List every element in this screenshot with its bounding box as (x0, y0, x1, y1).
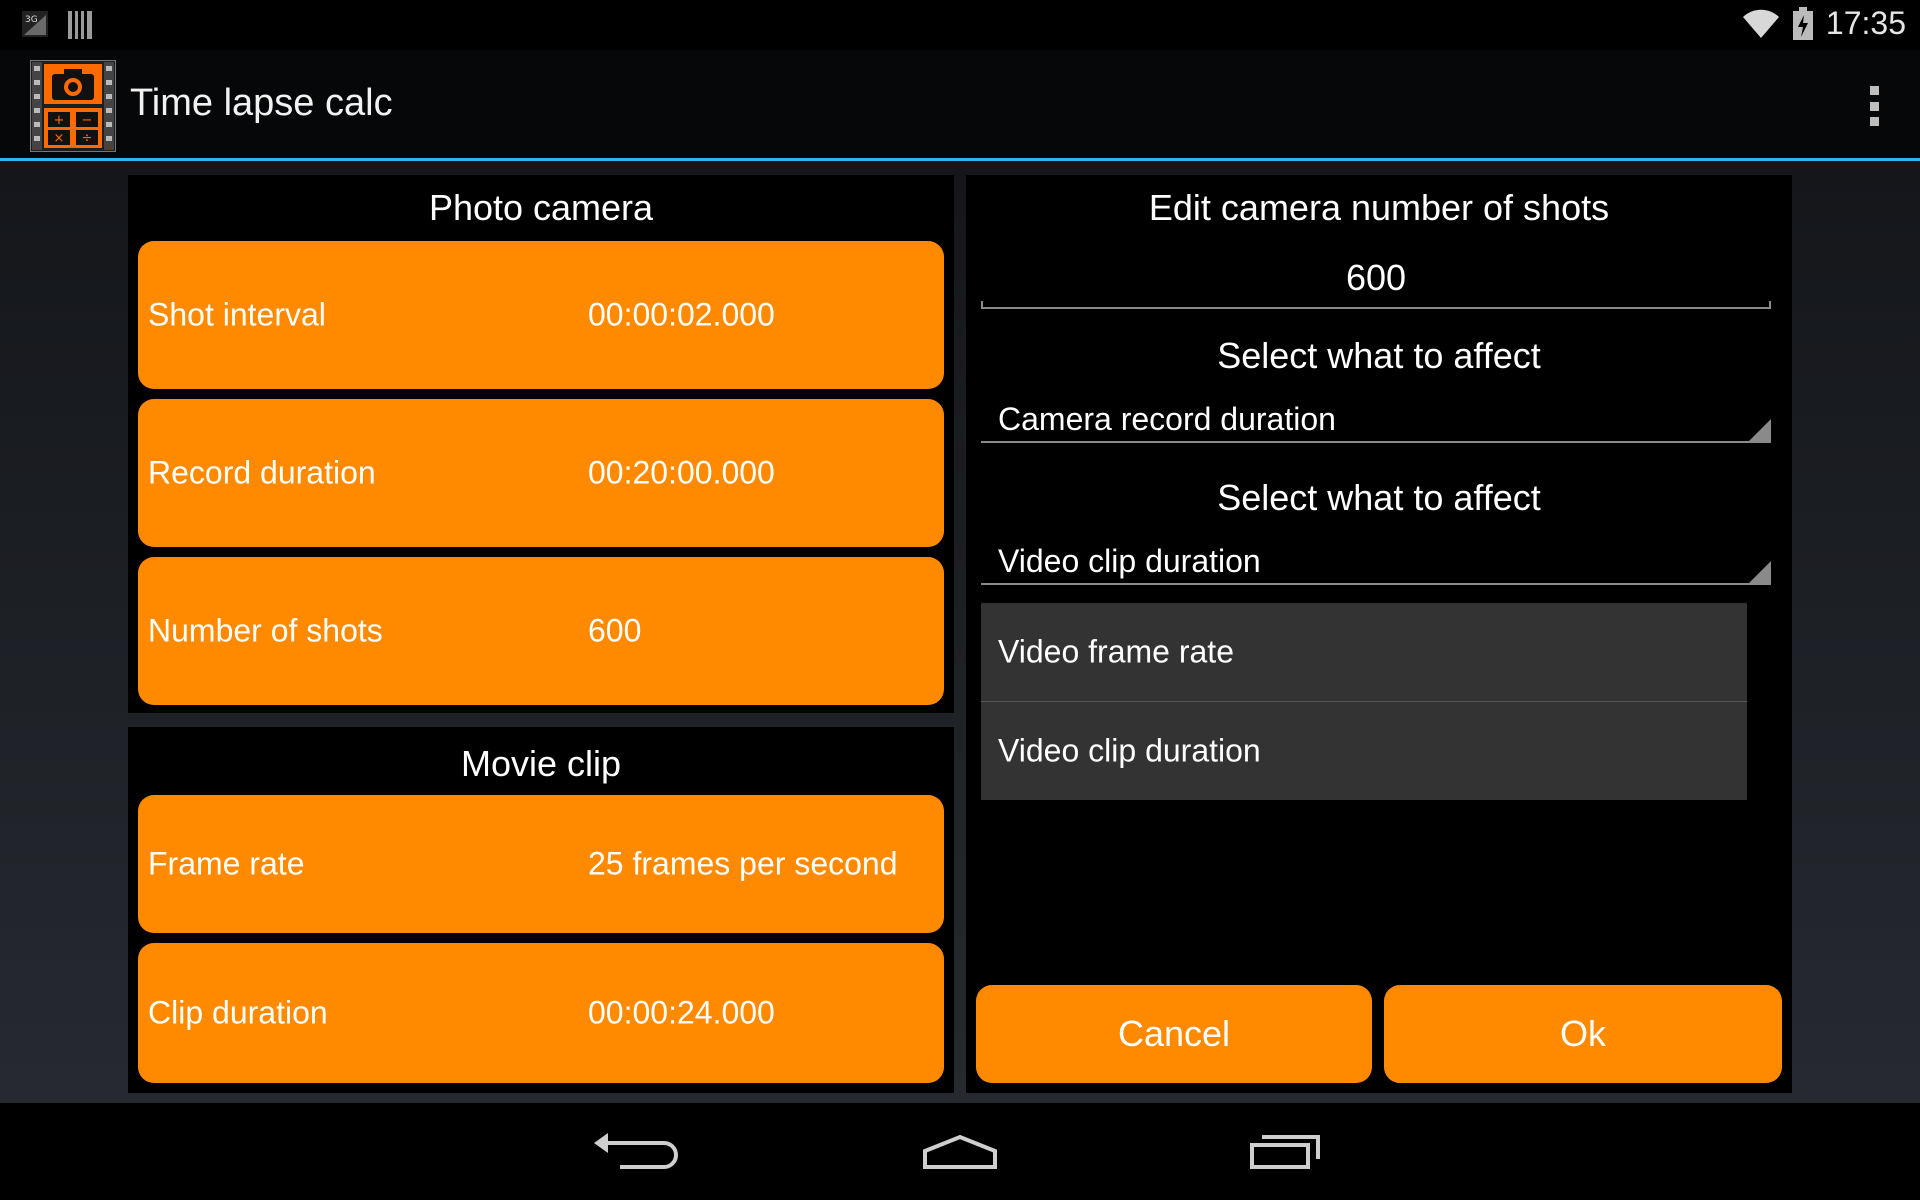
affect-select-1[interactable]: Camera record duration (981, 393, 1771, 443)
edit-shots-dialog: Edit camera number of shots 600 Select w… (966, 175, 1792, 1093)
dropdown-option-video-frame-rate[interactable]: Video frame rate (981, 603, 1747, 701)
home-icon[interactable] (915, 1125, 1005, 1175)
clock: 17:35 (1825, 5, 1906, 41)
affect-select-2-value: Video clip duration (998, 543, 1261, 579)
photo-camera-panel: Photo camera Shot interval 00:00:02.000 … (128, 175, 954, 713)
select-underline (981, 583, 1771, 585)
shots-number-value: 600 (1345, 257, 1407, 298)
app-title: Time lapse calc (130, 82, 393, 124)
shot-interval-label: Shot interval (148, 296, 326, 333)
clip-duration-value: 00:00:24.000 (588, 994, 775, 1031)
number-of-shots-row[interactable]: Number of shots 600 (138, 557, 944, 705)
shots-number-input[interactable]: 600 (981, 257, 1771, 309)
svg-text:×: × (54, 131, 65, 146)
navigation-bar (0, 1103, 1920, 1200)
number-of-shots-label: Number of shots (148, 612, 383, 649)
shot-interval-value: 00:00:02.000 (588, 296, 775, 333)
affect-select-1-value: Camera record duration (998, 401, 1336, 437)
network-type-label: 3G (25, 15, 38, 25)
cancel-button[interactable]: Cancel (976, 985, 1372, 1083)
select-affect-label-1: Select what to affect (1217, 335, 1541, 376)
frame-rate-row[interactable]: Frame rate 25 frames per second (138, 795, 944, 933)
photo-camera-title: Photo camera (428, 187, 654, 228)
recent-apps-icon[interactable] (1240, 1125, 1330, 1175)
affect-select-2[interactable]: Video clip duration (981, 535, 1771, 585)
clip-duration-row[interactable]: Clip duration 00:00:24.000 (138, 943, 944, 1083)
dropdown-option-label: Video frame rate (998, 633, 1234, 670)
status-bar: 3G 17:35 (0, 0, 1920, 50)
ok-button[interactable]: Ok (1384, 985, 1782, 1083)
svg-text:−: − (82, 113, 93, 128)
main-content: Photo camera Shot interval 00:00:02.000 … (0, 161, 1920, 1103)
select-underline (981, 441, 1771, 443)
frame-rate-label: Frame rate (148, 845, 305, 882)
svg-text:÷: ÷ (82, 131, 93, 146)
movie-clip-panel: Movie clip Frame rate 25 frames per seco… (128, 727, 954, 1093)
dropdown-option-video-clip-duration[interactable]: Video clip duration (981, 702, 1747, 800)
record-duration-label: Record duration (148, 454, 376, 491)
record-duration-row[interactable]: Record duration 00:20:00.000 (138, 399, 944, 547)
dropdown-option-label: Video clip duration (998, 732, 1261, 769)
signal-icon: 3G (22, 11, 48, 37)
affect-dropdown-list: Video frame rate Video clip duration (981, 603, 1747, 800)
select-affect-label-2: Select what to affect (1217, 477, 1541, 518)
dropdown-arrow-icon (1749, 561, 1771, 583)
battery-icon (1792, 6, 1813, 40)
record-duration-value: 00:20:00.000 (588, 454, 775, 491)
frame-rate-value: 25 frames per second (588, 845, 898, 882)
movie-clip-title: Movie clip (460, 743, 622, 784)
storage-icon (68, 11, 92, 39)
overflow-menu-icon[interactable] (1870, 86, 1880, 126)
shot-interval-row[interactable]: Shot interval 00:00:02.000 (138, 241, 944, 389)
svg-text:+: + (54, 113, 65, 128)
dropdown-arrow-icon (1749, 419, 1771, 441)
number-of-shots-value: 600 (588, 612, 642, 649)
camera-calculator-icon[interactable]: + − × ÷ (29, 59, 117, 153)
back-icon[interactable] (590, 1125, 680, 1175)
clip-duration-label: Clip duration (148, 994, 328, 1031)
wifi-icon (1742, 9, 1779, 38)
input-underline (981, 301, 1771, 309)
dialog-title: Edit camera number of shots (1148, 187, 1610, 228)
